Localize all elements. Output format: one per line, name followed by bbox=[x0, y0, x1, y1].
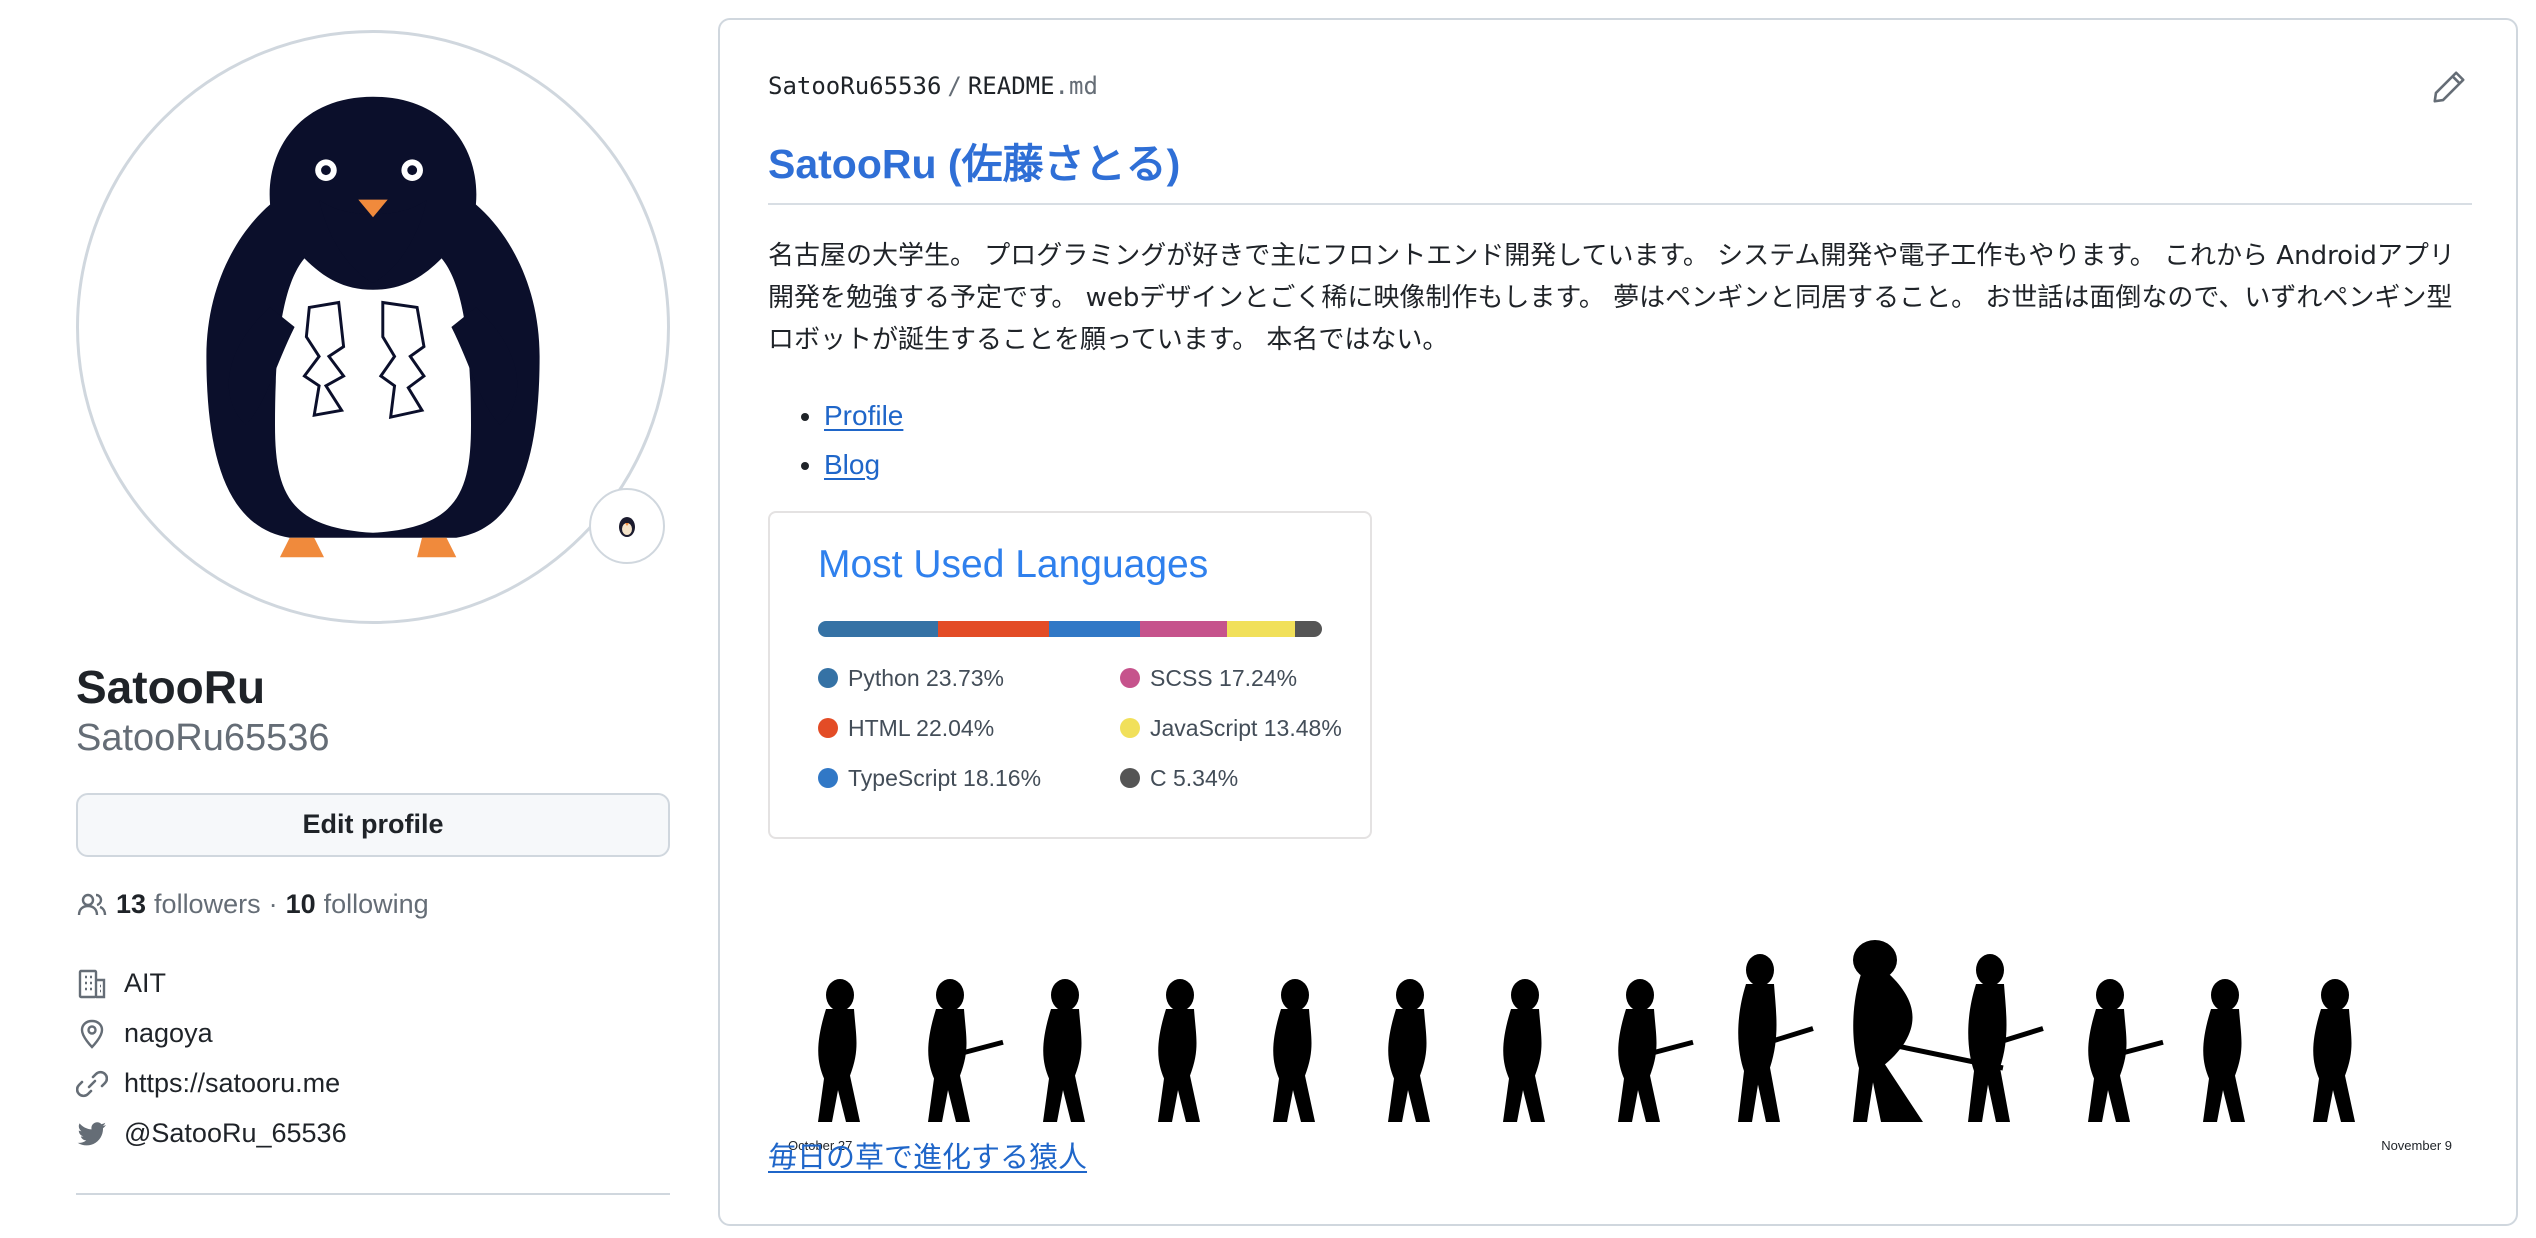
followers-count: 13 bbox=[116, 889, 147, 920]
link-icon bbox=[76, 1070, 108, 1097]
language-item-scss: SCSS 17.24% bbox=[1120, 665, 1380, 691]
organization-text: AIT bbox=[124, 968, 167, 999]
language-label: SCSS 17.24% bbox=[1150, 664, 1298, 691]
language-item-python: Python 23.73% bbox=[818, 665, 1120, 691]
evolution-end-date: November 9 bbox=[2381, 1138, 2452, 1153]
language-item-html: HTML 22.04% bbox=[818, 715, 1120, 741]
readme-path-user[interactable]: SatooRu65536 bbox=[768, 72, 941, 100]
language-bar-segment-javascript bbox=[1227, 621, 1296, 638]
ape-silhouette bbox=[1158, 979, 1200, 1122]
ape-silhouette bbox=[1618, 979, 1694, 1122]
language-bar-segment-scss bbox=[1140, 621, 1228, 638]
ape-silhouette bbox=[818, 979, 860, 1122]
ape-silhouette bbox=[1968, 954, 2044, 1122]
follow-stats: 13 followers · 10 following bbox=[76, 889, 670, 921]
following-count: 10 bbox=[285, 889, 316, 920]
readme-path-ext: .md bbox=[1054, 72, 1098, 100]
language-dot bbox=[1120, 668, 1140, 689]
readme-path: SatooRu65536/README.md bbox=[768, 72, 1098, 100]
location-text: nagoya bbox=[124, 1018, 213, 1049]
profile-fullname: SatooRu bbox=[76, 661, 266, 713]
readme-title: SatooRu (佐藤さとる) bbox=[768, 138, 2472, 206]
followers-link[interactable]: 13 followers bbox=[116, 889, 261, 920]
ape-silhouette bbox=[2088, 979, 2164, 1122]
readme-links: Profile Blog bbox=[768, 391, 2472, 489]
pencil-icon[interactable] bbox=[2430, 68, 2468, 106]
readme-body: SatooRu (佐藤さとる) 名古屋の大学生。 プログラミングが好きで主にフロ… bbox=[768, 138, 2472, 840]
language-dot bbox=[818, 668, 838, 689]
ape-silhouette bbox=[1503, 979, 1545, 1122]
ape-silhouette bbox=[2203, 979, 2245, 1122]
ape-silhouette bbox=[1273, 979, 1315, 1122]
edit-profile-button[interactable]: Edit profile bbox=[76, 792, 670, 857]
profile-details: AIT nagoya https://satooru.me @SatooRu_6… bbox=[76, 959, 670, 1159]
following-label: following bbox=[323, 889, 429, 920]
language-dot bbox=[1120, 718, 1140, 739]
language-dot bbox=[1120, 768, 1140, 789]
penguin-emoji-icon bbox=[619, 517, 635, 537]
readme-card: SatooRu65536/README.md SatooRu (佐藤さとる) 名… bbox=[718, 18, 2518, 1226]
detail-location: nagoya bbox=[76, 1009, 670, 1059]
evolution-link[interactable]: 毎日の草で進化する猿人 bbox=[768, 1134, 1087, 1176]
followers-label: followers bbox=[154, 889, 261, 920]
sidebar-divider bbox=[76, 1192, 670, 1195]
detail-organization: AIT bbox=[76, 959, 670, 1009]
blog-link[interactable]: Blog bbox=[824, 449, 880, 480]
ape-silhouette bbox=[928, 979, 1004, 1122]
language-bar-segment-html bbox=[937, 621, 1049, 638]
readme-link-item: Profile bbox=[824, 391, 2472, 440]
profile-names: SatooRu SatooRu65536 bbox=[76, 660, 670, 763]
language-bar-segment-c bbox=[1295, 621, 1322, 638]
detail-twitter: @SatooRu_65536 bbox=[76, 1109, 670, 1159]
website-link[interactable]: https://satooru.me bbox=[124, 1068, 340, 1099]
location-icon bbox=[80, 1019, 104, 1049]
languages-title: Most Used Languages bbox=[818, 543, 1209, 587]
language-item-c: C 5.34% bbox=[1120, 765, 1380, 791]
ape-silhouette bbox=[1388, 979, 1430, 1122]
language-label: TypeScript 18.16% bbox=[848, 764, 1042, 791]
ape-silhouette bbox=[1043, 979, 1085, 1122]
languages-legend: Python 23.73% SCSS 17.24% HTML 22.04% Ja… bbox=[818, 665, 1378, 791]
readme-link-item: Blog bbox=[824, 440, 2472, 489]
language-item-javascript: JavaScript 13.48% bbox=[1120, 715, 1380, 741]
organization-icon bbox=[78, 969, 106, 998]
language-bar-segment-python bbox=[818, 621, 938, 638]
language-item-typescript: TypeScript 18.16% bbox=[818, 765, 1120, 791]
following-link[interactable]: 10 following bbox=[286, 889, 429, 920]
evolution-silhouettes bbox=[818, 940, 2355, 1122]
ape-silhouette bbox=[1738, 954, 1814, 1122]
languages-card[interactable]: Most Used Languages Python 23.73% SCSS 1… bbox=[768, 511, 1372, 840]
language-label: HTML 22.04% bbox=[848, 714, 995, 741]
profile-sidebar: SatooRu SatooRu65536 Edit profile 13 fol… bbox=[76, 30, 670, 1195]
readme-description: 名古屋の大学生。 プログラミングが好きで主にフロントエンド開発しています。 シス… bbox=[768, 241, 2455, 356]
languages-progress-bar bbox=[818, 621, 1322, 638]
avatar-container bbox=[76, 30, 670, 624]
detail-website: https://satooru.me bbox=[76, 1059, 670, 1109]
twitter-link[interactable]: @SatooRu_65536 bbox=[124, 1118, 347, 1149]
profile-link[interactable]: Profile bbox=[824, 400, 903, 431]
readme-title-link[interactable]: SatooRu (佐藤さとる) bbox=[768, 141, 1180, 187]
evolution-graph: October 27 November 9 bbox=[768, 922, 2472, 1153]
language-label: C 5.34% bbox=[1150, 764, 1239, 791]
readme-path-separator: / bbox=[947, 72, 962, 100]
status-emoji-button[interactable] bbox=[589, 488, 665, 564]
language-bar-segment-typescript bbox=[1048, 621, 1141, 638]
ape-silhouette bbox=[2313, 979, 2355, 1122]
language-label: JavaScript 13.48% bbox=[1150, 714, 1342, 741]
language-label: Python 23.73% bbox=[848, 664, 1005, 691]
penguin-avatar-image bbox=[206, 96, 540, 558]
profile-username: SatooRu65536 bbox=[76, 717, 330, 760]
twitter-icon bbox=[77, 1121, 106, 1146]
avatar[interactable] bbox=[76, 30, 670, 624]
readme-path-file[interactable]: README bbox=[968, 72, 1055, 100]
follow-separator: · bbox=[268, 889, 278, 920]
language-dot bbox=[818, 718, 838, 739]
people-icon bbox=[77, 893, 107, 915]
language-dot bbox=[818, 768, 838, 789]
